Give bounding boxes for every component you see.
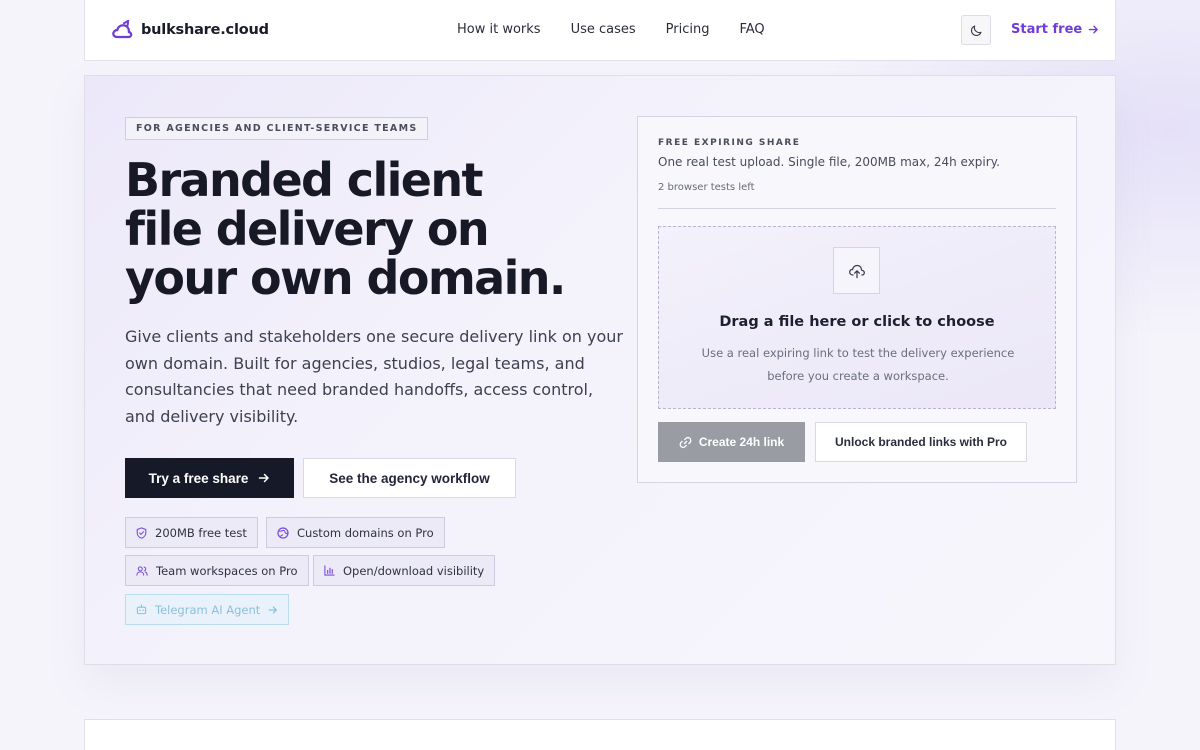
arrow-right-icon bbox=[259, 473, 270, 483]
hero-subtext: Give clients and stakeholders one secure… bbox=[125, 327, 623, 426]
create-24h-link-label: Create 24h link bbox=[698, 435, 785, 449]
tests-left-count: 2 browser tests left bbox=[658, 182, 755, 193]
link-icon bbox=[679, 436, 692, 448]
upload-cloud-icon bbox=[833, 247, 880, 294]
hero-eyebrow: FOR AGENCIES AND CLIENT-SERVICE TEAMS bbox=[125, 117, 429, 140]
chip-custom-domains: Custom domains on Pro bbox=[266, 517, 445, 548]
headline-line-1: Branded client bbox=[125, 153, 484, 207]
bot-icon bbox=[136, 604, 147, 615]
arrow-right-icon bbox=[1088, 25, 1099, 34]
cloud-logo-icon bbox=[112, 20, 133, 39]
start-free-link[interactable]: Start free bbox=[1011, 22, 1099, 37]
next-section-card bbox=[84, 719, 1116, 750]
panel-description: One real test upload. Single file, 200MB… bbox=[658, 155, 1000, 169]
chip-label: Custom domains on Pro bbox=[297, 525, 434, 540]
chip-free-test: 200MB free test bbox=[125, 517, 258, 548]
shield-icon bbox=[136, 526, 147, 539]
agency-workflow-button[interactable]: See the agency workflow bbox=[303, 458, 516, 498]
nav-links: How it works Use cases Pricing FAQ bbox=[457, 22, 765, 37]
telegram-ai-agent-link[interactable]: Telegram AI Agent bbox=[125, 594, 290, 625]
try-free-share-button[interactable]: Try a free share bbox=[125, 458, 294, 498]
chip-team-workspaces: Team workspaces on Pro bbox=[125, 555, 309, 586]
try-free-share-label: Try a free share bbox=[148, 470, 249, 486]
panel-divider bbox=[658, 208, 1056, 209]
nav-link-pricing[interactable]: Pricing bbox=[666, 22, 710, 37]
chip-open-download-visibility: Open/download visibility bbox=[313, 555, 496, 586]
top-nav: bulkshare.cloud How it works Use cases P… bbox=[84, 0, 1116, 61]
unlock-pro-button[interactable]: Unlock branded links with Pro bbox=[815, 422, 1027, 462]
free-share-panel: FREE EXPIRING SHARE One real test upload… bbox=[637, 116, 1077, 483]
brand-logo[interactable]: bulkshare.cloud bbox=[111, 20, 269, 40]
start-free-label: Start free bbox=[1011, 22, 1083, 37]
nav-link-faq[interactable]: FAQ bbox=[739, 22, 764, 37]
users-icon bbox=[136, 565, 148, 576]
dropzone-description: Use a real expiring link to test the del… bbox=[701, 346, 1015, 383]
headline-line-2: file delivery on bbox=[125, 202, 490, 256]
upload-cloud-glyph bbox=[848, 264, 865, 278]
nav-link-how-it-works[interactable]: How it works bbox=[457, 22, 541, 37]
hero-card: FOR AGENCIES AND CLIENT-SERVICE TEAMS Br… bbox=[84, 75, 1116, 665]
theme-toggle-button[interactable] bbox=[961, 15, 991, 45]
globe-icon bbox=[277, 526, 289, 539]
panel-eyebrow: FREE EXPIRING SHARE bbox=[658, 138, 801, 148]
dropzone-title: Drag a file here or click to choose bbox=[719, 314, 995, 330]
brand-name: bulkshare.cloud bbox=[141, 22, 269, 38]
create-24h-link-button[interactable]: Create 24h link bbox=[658, 422, 805, 462]
nav-link-use-cases[interactable]: Use cases bbox=[571, 22, 636, 37]
chip-label: 200MB free test bbox=[155, 525, 247, 540]
chip-label: Telegram AI Agent bbox=[155, 602, 261, 617]
hero-headline: Branded client file delivery on your own… bbox=[125, 156, 595, 303]
bar-chart-icon bbox=[324, 565, 335, 576]
headline-line-3: your own domain. bbox=[125, 251, 566, 305]
chip-label: Open/download visibility bbox=[343, 563, 485, 578]
chip-label: Team workspaces on Pro bbox=[156, 563, 298, 578]
moon-icon bbox=[970, 24, 982, 36]
file-dropzone[interactable]: Drag a file here or click to choose Use … bbox=[658, 226, 1056, 409]
arrow-right-icon bbox=[268, 605, 278, 614]
